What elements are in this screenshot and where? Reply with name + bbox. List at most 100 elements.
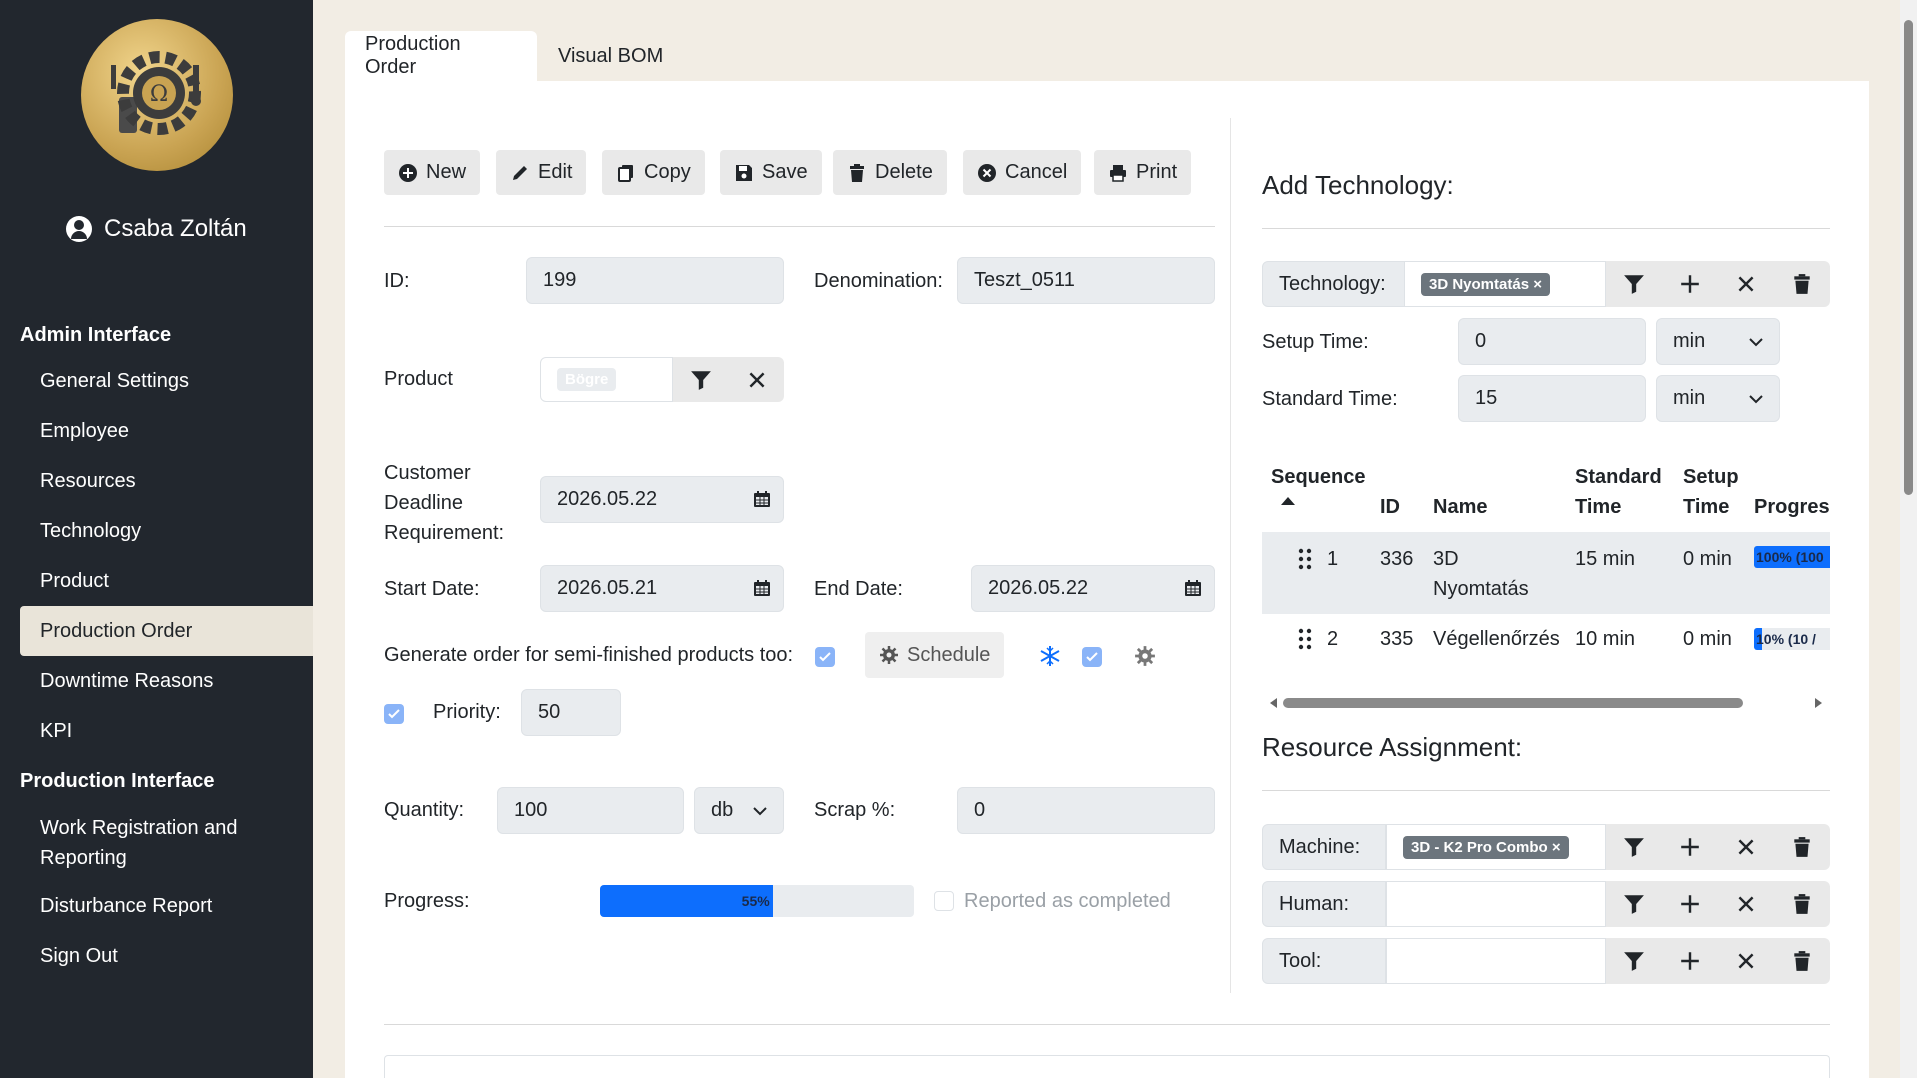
sidebar-item-product[interactable]: Product xyxy=(20,556,313,606)
schedule-option-checkbox[interactable] xyxy=(1082,647,1102,667)
setup-time-unit-select[interactable]: min xyxy=(1656,318,1780,365)
id-field[interactable]: 199 xyxy=(526,257,784,304)
sidebar-item-general-settings[interactable]: General Settings xyxy=(20,356,313,406)
sidebar-item-work-registration[interactable]: Work Registration and Reporting xyxy=(20,810,300,876)
save-button-label: Save xyxy=(762,161,808,183)
machine-filter-button[interactable] xyxy=(1606,824,1662,870)
delete-button[interactable]: Delete xyxy=(833,150,947,195)
reported-completed-checkbox[interactable] xyxy=(934,891,954,911)
product-filter-button[interactable] xyxy=(673,357,729,402)
sort-up-icon[interactable] xyxy=(1280,496,1296,506)
calendar-icon[interactable] xyxy=(753,490,771,508)
edit-button[interactable]: Edit xyxy=(496,150,587,195)
scroll-right-icon[interactable] xyxy=(1814,698,1822,708)
end-date-value: 2026.05.22 xyxy=(988,577,1089,599)
save-button[interactable]: Save xyxy=(720,150,822,195)
quantity-field[interactable]: 100 xyxy=(497,787,684,834)
sidebar-item-resources[interactable]: Resources xyxy=(20,456,313,506)
plus-icon xyxy=(1681,895,1699,913)
calendar-icon[interactable] xyxy=(753,579,771,597)
human-select[interactable] xyxy=(1386,881,1606,927)
table-row[interactable] xyxy=(1262,532,1830,614)
tab-production-order[interactable]: Production Order xyxy=(345,31,537,81)
col-name[interactable]: Name xyxy=(1433,492,1487,522)
tab-visual-bom[interactable]: Visual BOM xyxy=(538,31,683,81)
setup-time-field[interactable]: 0 xyxy=(1458,318,1646,365)
priority-field[interactable]: 50 xyxy=(521,689,621,736)
priority-checkbox[interactable] xyxy=(384,704,404,724)
resource-divider xyxy=(1262,790,1830,791)
sidebar-item-sign-out[interactable]: Sign Out xyxy=(20,931,313,981)
table-horizontal-scrollbar[interactable] xyxy=(1270,697,1822,709)
deadline-date-value: 2026.05.22 xyxy=(557,488,658,510)
technology-clear-button[interactable] xyxy=(1718,261,1774,307)
setup-time-label: Setup Time: xyxy=(1262,331,1369,353)
id-label: ID: xyxy=(384,270,410,292)
page-scrollbar[interactable] xyxy=(1900,0,1917,1078)
start-date-label: Start Date: xyxy=(384,578,480,600)
gear-icon xyxy=(880,646,898,664)
print-button[interactable]: Print xyxy=(1094,150,1192,195)
sidebar-item-kpi[interactable]: KPI xyxy=(20,706,313,756)
machine-tag[interactable]: 3D - K2 Pro Combo × xyxy=(1403,835,1569,859)
machine-label: Machine: xyxy=(1279,835,1361,858)
calendar-icon[interactable] xyxy=(1184,579,1202,597)
machine-delete-button[interactable] xyxy=(1774,824,1830,870)
denomination-field[interactable]: Teszt_0511 xyxy=(957,257,1215,304)
semi-finished-checkbox[interactable] xyxy=(815,647,835,667)
human-delete-button[interactable] xyxy=(1774,881,1830,927)
product-clear-button[interactable] xyxy=(729,357,784,402)
machine-add-button[interactable] xyxy=(1662,824,1718,870)
machine-select[interactable]: 3D - K2 Pro Combo × xyxy=(1386,824,1606,870)
page-scrollbar-thumb[interactable] xyxy=(1904,20,1913,495)
technology-add-button[interactable] xyxy=(1662,261,1718,307)
deadline-date-field[interactable]: 2026.05.22 xyxy=(540,476,784,523)
snowflake-icon[interactable] xyxy=(1039,645,1061,667)
scroll-left-icon[interactable] xyxy=(1270,698,1278,708)
sidebar-item-disturbance-report[interactable]: Disturbance Report xyxy=(20,881,313,931)
gear-settings-icon[interactable] xyxy=(1134,645,1156,667)
tool-filter-button[interactable] xyxy=(1606,938,1662,984)
col-progress[interactable]: Progress xyxy=(1754,492,1830,522)
standard-time-field[interactable]: 15 xyxy=(1458,375,1646,422)
tool-clear-button[interactable] xyxy=(1718,938,1774,984)
technology-select[interactable]: 3D Nyomtatás × xyxy=(1404,261,1606,307)
sidebar-item-technology[interactable]: Technology xyxy=(20,506,313,556)
col-id[interactable]: ID xyxy=(1380,492,1400,522)
drag-handle-icon[interactable] xyxy=(1298,628,1312,650)
human-filter-button[interactable] xyxy=(1606,881,1662,927)
standard-time-unit-select[interactable]: min xyxy=(1656,375,1780,422)
col-setup-time[interactable]: Setup Time xyxy=(1683,462,1739,522)
plus-icon xyxy=(1681,952,1699,970)
technology-delete-button[interactable] xyxy=(1774,261,1830,307)
start-date-field[interactable]: 2026.05.21 xyxy=(540,565,784,612)
production-interface-heading: Production Interface xyxy=(20,770,215,792)
sidebar-item-downtime-reasons[interactable]: Downtime Reasons xyxy=(20,656,313,706)
machine-clear-button[interactable] xyxy=(1718,824,1774,870)
technology-tag[interactable]: 3D Nyomtatás × xyxy=(1421,272,1550,296)
col-sequence[interactable]: Sequence xyxy=(1271,462,1365,492)
scrap-field[interactable]: 0 xyxy=(957,787,1215,834)
new-button[interactable]: New xyxy=(384,150,481,195)
cancel-button[interactable]: Cancel xyxy=(963,150,1082,195)
new-button-label: New xyxy=(426,161,467,183)
tool-add-button[interactable] xyxy=(1662,938,1718,984)
product-select[interactable]: Bögre xyxy=(540,357,673,402)
human-clear-button[interactable] xyxy=(1718,881,1774,927)
sidebar-item-production-order[interactable]: Production Order xyxy=(20,606,313,656)
admin-interface-heading: Admin Interface xyxy=(20,324,172,346)
col-standard-time[interactable]: Standard Time xyxy=(1575,462,1662,522)
start-date-value: 2026.05.21 xyxy=(557,577,658,599)
toolbar-divider xyxy=(384,226,1215,227)
quantity-unit-select[interactable]: db xyxy=(694,787,784,834)
copy-button[interactable]: Copy xyxy=(602,150,705,195)
technology-filter-button[interactable] xyxy=(1606,261,1662,307)
schedule-button[interactable]: Schedule xyxy=(865,632,1005,678)
end-date-field[interactable]: 2026.05.22 xyxy=(971,565,1215,612)
drag-handle-icon[interactable] xyxy=(1298,548,1312,570)
tool-delete-button[interactable] xyxy=(1774,938,1830,984)
human-add-button[interactable] xyxy=(1662,881,1718,927)
scrollbar-thumb[interactable] xyxy=(1283,698,1743,708)
sidebar-item-employee[interactable]: Employee xyxy=(20,406,313,456)
tool-select[interactable] xyxy=(1386,938,1606,984)
